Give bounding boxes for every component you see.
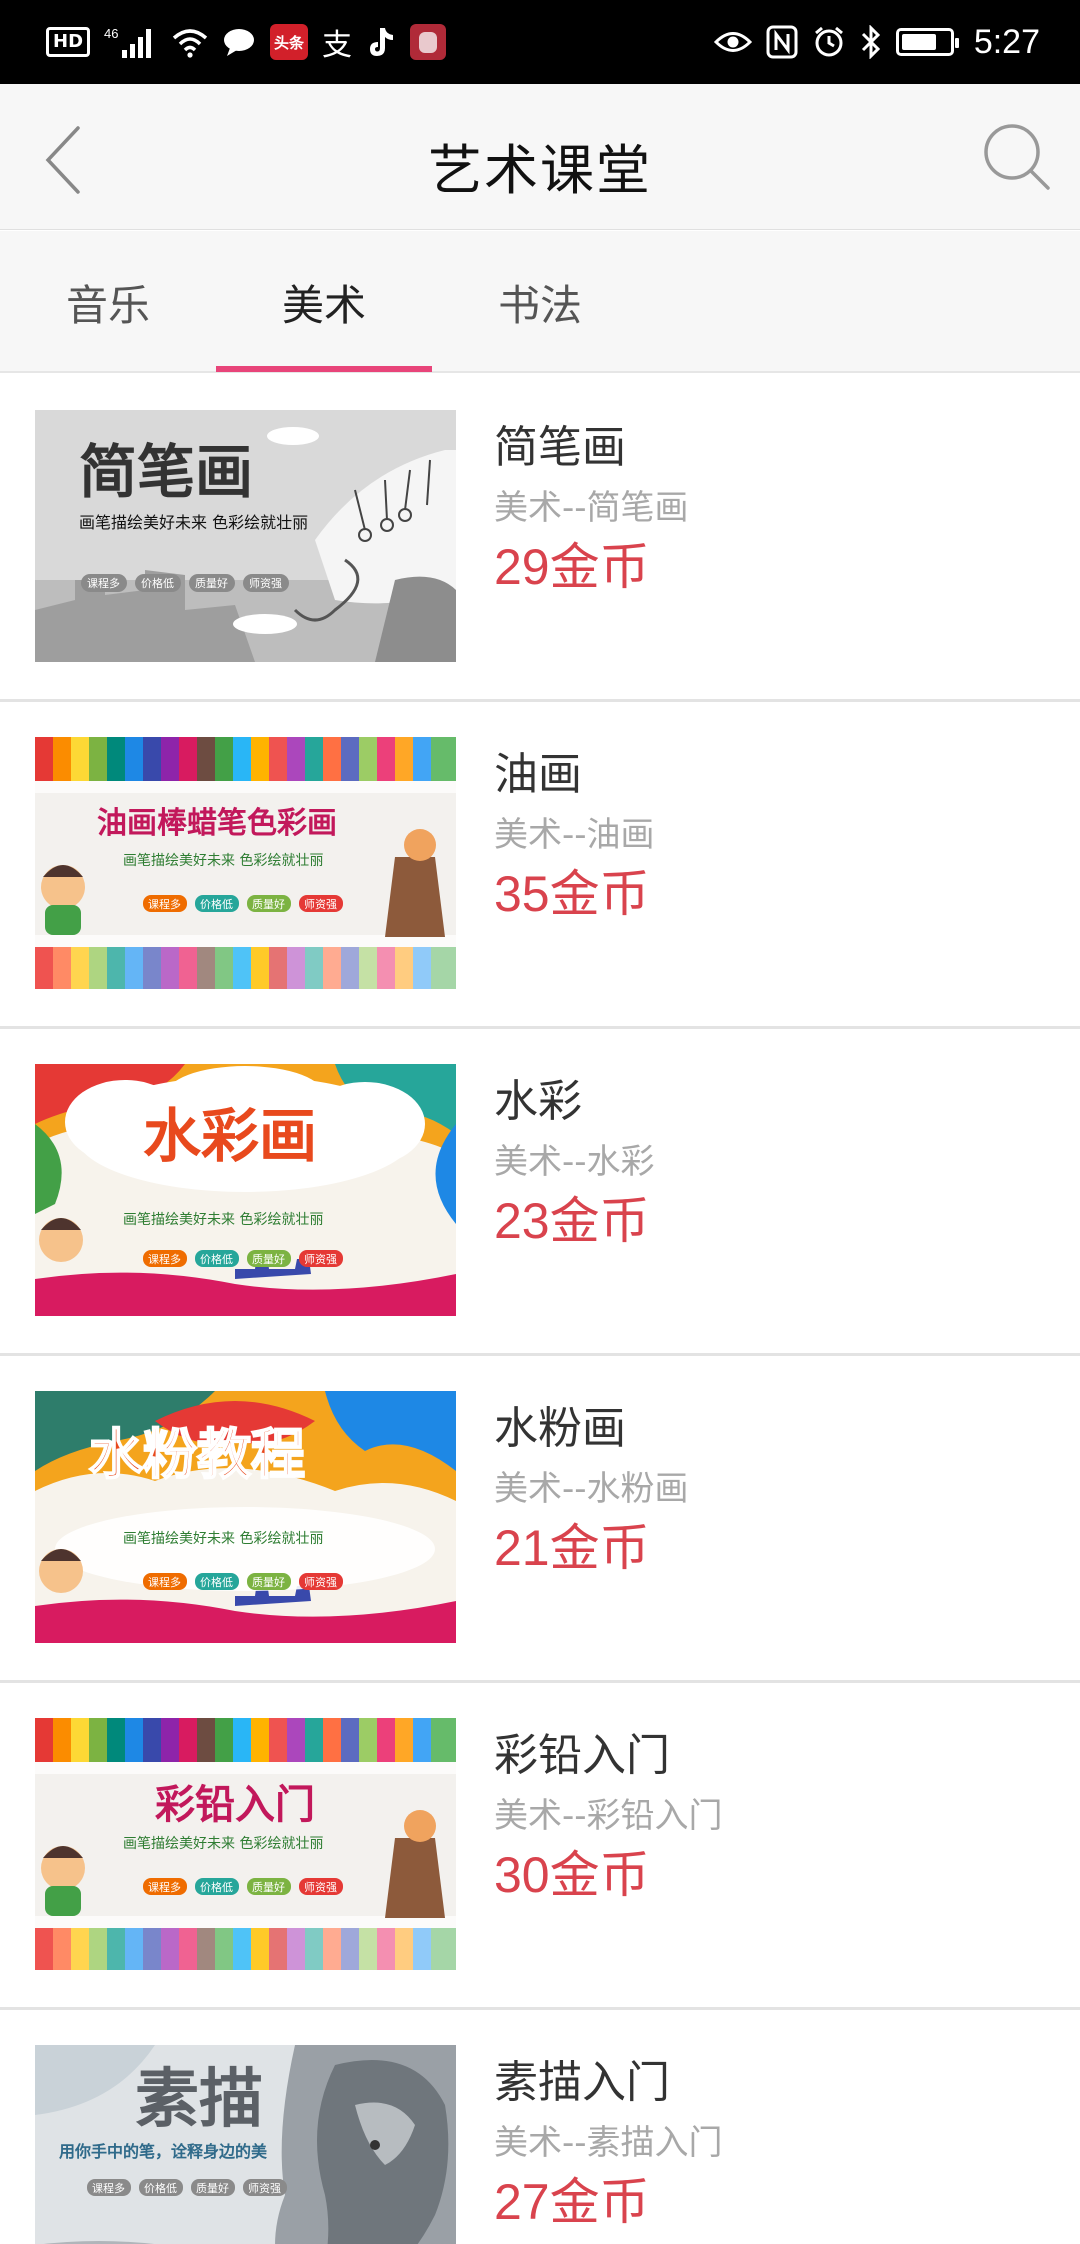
- wifi-icon: [172, 24, 208, 60]
- thumbnail-title: 水彩画: [143, 1102, 317, 1170]
- course-thumbnail[interactable]: 简笔画 画笔描绘美好未来 色彩绘就壮丽 课程多 价格低 质量好 师资强: [35, 410, 456, 662]
- course-thumbnail[interactable]: 素描 用你手中的笔，诠释身边的美 课程多 价格低 质量好 师资强: [35, 2045, 456, 2244]
- thumbnail-slogan: 画笔描绘美好未来 色彩绘就壮丽: [123, 852, 323, 869]
- course-price: 35金币: [494, 866, 650, 922]
- course-category: 美术--水彩: [494, 1142, 655, 1182]
- course-item[interactable]: 素描 用你手中的笔，诠释身边的美 课程多 价格低 质量好 师资强 素描入门 美术…: [0, 2010, 1080, 2244]
- course-thumbnail[interactable]: 彩铅入门 画笔描绘美好未来 色彩绘就壮丽 课程多 价格低 质量好 师资强: [35, 1718, 456, 1970]
- alarm-icon: [812, 24, 846, 60]
- course-item[interactable]: 水粉教程 画笔描绘美好未来 色彩绘就壮丽 课程多 价格低 质量好 师资强 水粉画…: [0, 1356, 1080, 1683]
- course-category: 美术--素描入门: [494, 2123, 723, 2163]
- tab-music[interactable]: 音乐: [0, 231, 216, 373]
- thumbnail-tag: 师资强: [304, 1253, 337, 1266]
- hd-icon: HD: [46, 27, 91, 57]
- course-category: 美术--油画: [494, 815, 655, 855]
- thumbnail-tag: 质量好: [195, 576, 228, 590]
- bluetooth-icon: [860, 24, 882, 60]
- thumbnail-tag: 价格低: [141, 576, 174, 590]
- app-header: 艺术课堂: [0, 84, 1080, 230]
- status-left: HD 46 头条 支: [46, 20, 447, 64]
- thumbnail-tag: 价格低: [144, 2181, 177, 2195]
- thumbnail-slogan: 画笔描绘美好未来 色彩绘就壮丽: [123, 1835, 323, 1852]
- thumbnail-tag: 价格低: [200, 1252, 233, 1266]
- thumbnail-tag: 质量好: [252, 1880, 285, 1894]
- course-item[interactable]: 水彩画 画笔描绘美好未来 色彩绘就壮丽 课程多 价格低 质量好 师资强 水彩 美…: [0, 1029, 1080, 1356]
- course-thumbnail[interactable]: 水彩画 画笔描绘美好未来 色彩绘就壮丽 课程多 价格低 质量好 师资强: [35, 1064, 456, 1316]
- eye-icon: [713, 24, 752, 60]
- course-item[interactable]: 油画棒蜡笔色彩画 画笔描绘美好未来 色彩绘就壮丽 课程多 价格低 质量好 师资强…: [0, 702, 1080, 1029]
- thumbnail-tag: 质量好: [252, 1252, 285, 1266]
- clock-time: 5:27: [973, 22, 1040, 61]
- thumbnail-tag: 师资强: [248, 2182, 281, 2195]
- thumbnail-slogan: 画笔描绘美好未来 色彩绘就壮丽: [79, 513, 308, 532]
- thumbnail-slogan: 画笔描绘美好未来 色彩绘就壮丽: [123, 1211, 323, 1228]
- thumbnail-tag: 课程多: [148, 897, 181, 911]
- thumbnail-tag: 课程多: [148, 1252, 181, 1266]
- battery-icon: [895, 24, 959, 60]
- thumbnail-tag: 质量好: [196, 2181, 229, 2195]
- course-category: 美术--彩铅入门: [494, 1796, 723, 1836]
- thumbnail-slogan: 画笔描绘美好未来 色彩绘就壮丽: [123, 1530, 323, 1547]
- thumbnail-tag: 价格低: [200, 1575, 233, 1589]
- tiktok-icon: [366, 24, 396, 60]
- thumbnail-title: 水粉教程: [89, 1423, 305, 1486]
- tab-calligraphy[interactable]: 书法: [432, 231, 648, 373]
- thumbnail-tag: 质量好: [252, 897, 285, 911]
- network-label: 46: [104, 26, 118, 41]
- course-list: 简笔画 画笔描绘美好未来 色彩绘就壮丽 课程多 价格低 质量好 师资强 简笔画 …: [0, 375, 1080, 2244]
- course-name: 水彩: [494, 1076, 582, 1127]
- course-price: 27金币: [494, 2174, 650, 2230]
- page-title: 艺术课堂: [428, 139, 652, 202]
- thumbnail-tag: 课程多: [92, 2181, 125, 2195]
- nfc-icon: [766, 24, 798, 60]
- thumbnail-title: 素描: [135, 2062, 263, 2137]
- category-tabs: 音乐 美术 书法: [0, 231, 1080, 373]
- course-name: 彩铅入门: [494, 1730, 670, 1781]
- thumbnail-tag: 师资强: [304, 1881, 337, 1894]
- toutiao-icon: 头条: [270, 24, 309, 60]
- tab-art[interactable]: 美术: [216, 231, 432, 373]
- thumbnail-tag: 师资强: [304, 1576, 337, 1589]
- status-right: 5:27: [713, 20, 1040, 64]
- thumbnail-tag: 课程多: [87, 576, 120, 590]
- app-icon: [410, 24, 447, 60]
- chat-icon: [222, 24, 256, 60]
- search-icon: [984, 124, 1050, 190]
- course-category: 美术--水粉画: [494, 1469, 689, 1509]
- thumbnail-title: 油画棒蜡笔色彩画: [97, 806, 337, 841]
- signal-4g-icon: 46: [104, 24, 158, 60]
- course-item[interactable]: 彩铅入门 画笔描绘美好未来 色彩绘就壮丽 课程多 价格低 质量好 师资强 彩铅入…: [0, 1683, 1080, 2010]
- thumbnail-tag: 价格低: [200, 897, 233, 911]
- course-price: 21金币: [494, 1520, 650, 1576]
- course-name: 油画: [494, 749, 582, 800]
- course-name: 素描入门: [494, 2057, 670, 2108]
- thumbnail-tag: 课程多: [148, 1575, 181, 1589]
- active-tab-indicator: [216, 366, 432, 372]
- thumbnail-tag: 师资强: [249, 577, 282, 590]
- thumbnail-title: 简笔画: [79, 438, 253, 506]
- thumbnail-slogan: 用你手中的笔，诠释身边的美: [59, 2142, 268, 2161]
- course-thumbnail[interactable]: 油画棒蜡笔色彩画 画笔描绘美好未来 色彩绘就壮丽 课程多 价格低 质量好 师资强: [35, 737, 456, 989]
- search-button[interactable]: [978, 118, 1054, 194]
- course-price: 23金币: [494, 1193, 650, 1249]
- thumbnail-tag: 师资强: [304, 898, 337, 911]
- alipay-icon: 支: [322, 28, 353, 63]
- course-price: 30金币: [494, 1847, 650, 1903]
- thumbnail-tag: 质量好: [252, 1575, 285, 1589]
- thumbnail-tag: 价格低: [200, 1880, 233, 1894]
- course-thumbnail[interactable]: 水粉教程 画笔描绘美好未来 色彩绘就壮丽 课程多 价格低 质量好 师资强: [35, 1391, 456, 1643]
- course-name: 水粉画: [494, 1403, 626, 1454]
- course-category: 美术--简笔画: [494, 488, 689, 528]
- course-item[interactable]: 简笔画 画笔描绘美好未来 色彩绘就壮丽 课程多 价格低 质量好 师资强 简笔画 …: [0, 375, 1080, 702]
- thumbnail-tag: 课程多: [148, 1880, 181, 1894]
- course-price: 29金币: [494, 539, 650, 595]
- course-name: 简笔画: [494, 422, 626, 473]
- thumbnail-title: 彩铅入门: [155, 1782, 315, 1828]
- status-bar: HD 46 头条 支 5:27: [0, 0, 1080, 84]
